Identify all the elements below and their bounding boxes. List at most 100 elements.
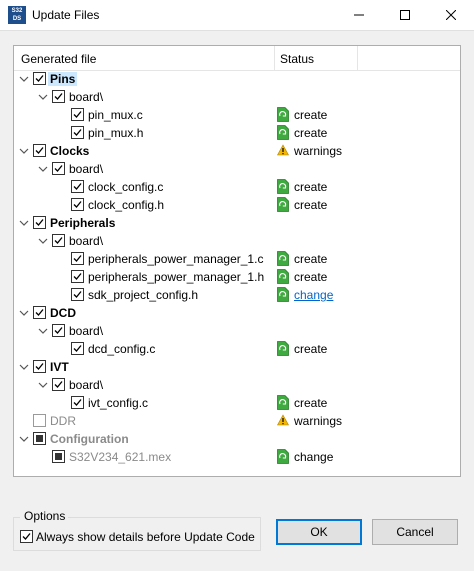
tree-checkbox[interactable] — [52, 450, 65, 463]
chevron-down-icon[interactable] — [38, 380, 48, 390]
tree-row[interactable]: ivt_config.c create — [14, 394, 460, 412]
tree-item-label[interactable]: board\ — [69, 324, 103, 338]
column-separator[interactable] — [357, 46, 358, 70]
chevron-down-icon[interactable] — [19, 434, 29, 444]
tree-checkbox[interactable] — [52, 324, 65, 337]
chevron-down-icon[interactable] — [38, 92, 48, 102]
tree-row[interactable]: IVT — [14, 358, 460, 376]
tree-item-label[interactable]: board\ — [69, 234, 103, 248]
tree-row[interactable]: clock_config.c create — [14, 178, 460, 196]
tree-checkbox[interactable] — [71, 342, 84, 355]
checkmark-icon — [35, 147, 44, 154]
tree-item-label[interactable]: pin_mux.h — [88, 126, 143, 140]
tree-row[interactable]: board\ — [14, 322, 460, 340]
column-separator[interactable] — [274, 46, 275, 70]
checkmark-icon — [73, 201, 82, 208]
chevron-down-icon[interactable] — [38, 236, 48, 246]
show-details-checkbox[interactable] — [20, 530, 33, 543]
status-text: create — [294, 396, 328, 410]
tree-item-label[interactable]: board\ — [69, 378, 103, 392]
show-details-label[interactable]: Always show details before Update Code — [36, 530, 255, 544]
close-button[interactable] — [428, 0, 474, 30]
tree-item-label[interactable]: IVT — [50, 360, 69, 374]
tree-item-label[interactable]: Clocks — [50, 144, 89, 158]
tree-item-label[interactable]: peripherals_power_manager_1.h — [88, 270, 264, 284]
file-create-icon — [277, 449, 289, 464]
tree-row[interactable]: Pins — [14, 70, 460, 88]
tree-checkbox[interactable] — [33, 414, 46, 427]
tree-checkbox[interactable] — [71, 108, 84, 121]
tree-item-label[interactable]: clock_config.h — [88, 198, 164, 212]
tree-checkbox[interactable] — [52, 90, 65, 103]
tree-checkbox[interactable] — [52, 234, 65, 247]
column-header-status[interactable]: Status — [280, 52, 314, 66]
tree-item-label[interactable]: board\ — [69, 90, 103, 104]
tree-checkbox[interactable] — [33, 360, 46, 373]
tree-row[interactable]: board\ — [14, 160, 460, 178]
tree-checkbox[interactable] — [71, 288, 84, 301]
tree-checkbox[interactable] — [71, 126, 84, 139]
checkmark-icon — [73, 291, 82, 298]
tree-row[interactable]: sdk_project_config.h change — [14, 286, 460, 304]
tree-item-label[interactable]: peripherals_power_manager_1.c — [88, 252, 263, 266]
tree-row[interactable]: board\ — [14, 376, 460, 394]
tree-checkbox[interactable] — [33, 144, 46, 157]
tree-checkbox[interactable] — [52, 378, 65, 391]
column-header-generated-file[interactable]: Generated file — [21, 52, 96, 66]
tree-row[interactable]: pin_mux.c create — [14, 106, 460, 124]
tree-item-label[interactable]: sdk_project_config.h — [88, 288, 198, 302]
cancel-button[interactable]: Cancel — [372, 519, 458, 545]
tree-item-label[interactable]: Peripherals — [50, 216, 115, 230]
tree-item-label[interactable]: ivt_config.c — [88, 396, 148, 410]
chevron-down-icon[interactable] — [19, 362, 29, 372]
tree-item-label[interactable]: pin_mux.c — [88, 108, 143, 122]
tree-item-label[interactable]: S32V234_621.mex — [69, 450, 171, 464]
ok-button[interactable]: OK — [276, 519, 362, 545]
tree-row[interactable]: Peripherals — [14, 214, 460, 232]
tree-checkbox[interactable] — [71, 396, 84, 409]
tree-checkbox[interactable] — [71, 270, 84, 283]
tree-checkbox[interactable] — [33, 432, 46, 445]
tree-checkbox[interactable] — [71, 252, 84, 265]
status-text: create — [294, 198, 328, 212]
tree-row[interactable]: DDR warnings — [14, 412, 460, 430]
tree-checkbox[interactable] — [52, 162, 65, 175]
tree-checkbox[interactable] — [71, 198, 84, 211]
tree-item-label[interactable]: Configuration — [50, 432, 129, 446]
tree-row[interactable]: DCD — [14, 304, 460, 322]
tree-item-label[interactable]: Pins — [48, 72, 78, 86]
minimize-button[interactable] — [336, 0, 382, 30]
maximize-button[interactable] — [382, 0, 428, 30]
chevron-down-icon[interactable] — [38, 326, 48, 336]
tree-row[interactable]: board\ — [14, 232, 460, 250]
file-create-icon — [277, 341, 289, 356]
tree-row[interactable]: board\ — [14, 88, 460, 106]
tree-checkbox[interactable] — [33, 216, 46, 229]
tree-item-label[interactable]: DDR — [50, 414, 76, 428]
tree-item-label[interactable]: clock_config.c — [88, 180, 163, 194]
tree-row[interactable]: clock_config.h create — [14, 196, 460, 214]
status-change-link[interactable]: change — [294, 288, 333, 302]
tree-checkbox[interactable] — [33, 306, 46, 319]
tree-row[interactable]: peripherals_power_manager_1.h create — [14, 268, 460, 286]
tree-item-label[interactable]: DCD — [50, 306, 76, 320]
tree-row[interactable]: Configuration — [14, 430, 460, 448]
chevron-down-icon[interactable] — [19, 146, 29, 156]
checkmark-icon — [73, 129, 82, 136]
tree-item-label[interactable]: dcd_config.c — [88, 342, 155, 356]
chevron-down-icon[interactable] — [19, 74, 29, 84]
chevron-down-icon[interactable] — [19, 308, 29, 318]
tree-row[interactable]: S32V234_621.mex change — [14, 448, 460, 466]
tree-row[interactable]: dcd_config.c create — [14, 340, 460, 358]
tree-checkbox[interactable] — [71, 180, 84, 193]
tree-checkbox[interactable] — [33, 72, 46, 85]
chevron-down-icon[interactable] — [38, 164, 48, 174]
generated-files-tree[interactable]: Generated file Status Pins board\ pin_mux.… — [13, 45, 461, 477]
tree-row[interactable]: peripherals_power_manager_1.c create — [14, 250, 460, 268]
chevron-down-icon[interactable] — [19, 218, 29, 228]
tree-item-label[interactable]: board\ — [69, 162, 103, 176]
status-text: create — [294, 180, 328, 194]
checkmark-icon — [22, 533, 31, 540]
tree-row[interactable]: pin_mux.h create — [14, 124, 460, 142]
tree-row[interactable]: Clocks warnings — [14, 142, 460, 160]
